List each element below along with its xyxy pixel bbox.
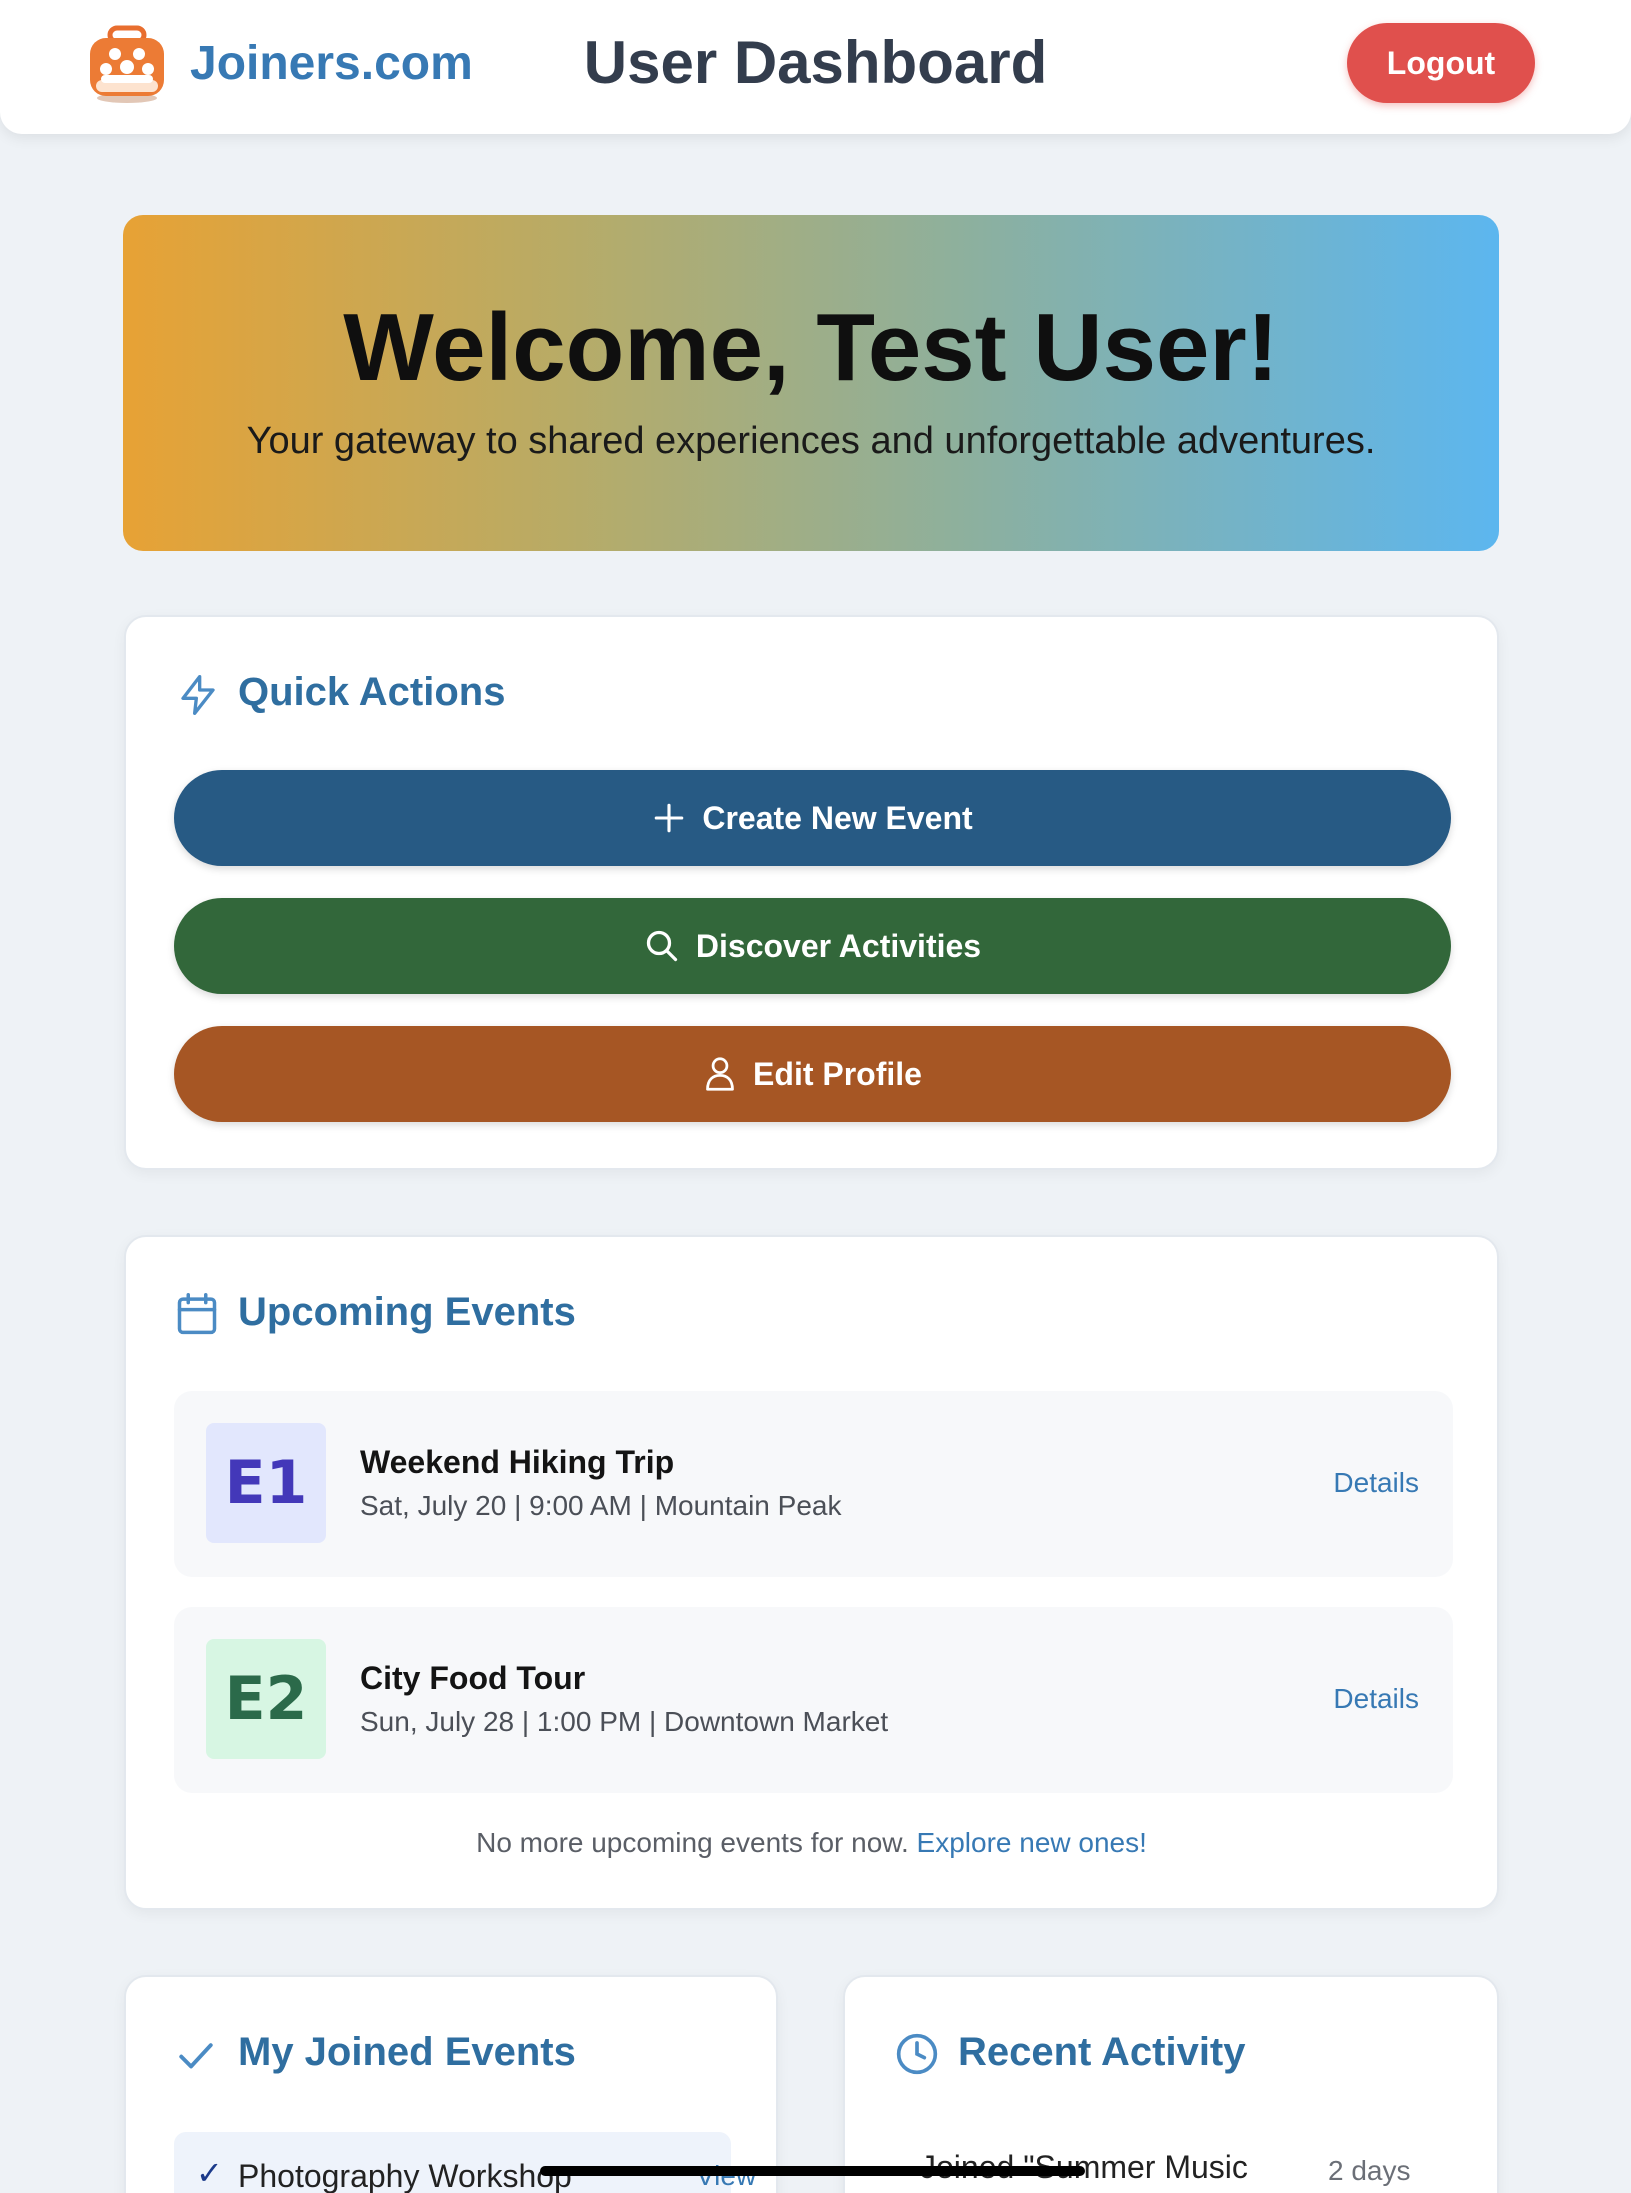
joined-event-item[interactable]: ✓ Photography Workshop View bbox=[174, 2132, 756, 2193]
no-more-text: No more upcoming events for now. bbox=[476, 1827, 909, 1858]
discover-activities-button[interactable]: Discover Activities bbox=[174, 898, 1451, 994]
welcome-subtitle: Your gateway to shared experiences and u… bbox=[246, 420, 1376, 462]
logout-button[interactable]: Logout bbox=[1347, 23, 1535, 103]
event-meta: Sat, July 20 | 9:00 AM | Mountain Peak bbox=[360, 1490, 842, 1521]
event-title: City Food Tour bbox=[360, 1660, 586, 1696]
home-indicator[interactable] bbox=[540, 2166, 1085, 2176]
event-meta: Sun, July 28 | 1:00 PM | Downtown Market bbox=[360, 1706, 889, 1737]
joined-check-icon: ✓ bbox=[196, 2155, 223, 2191]
upcoming-events-title: Upcoming Events bbox=[238, 1290, 576, 1334]
joined-events-card: My Joined Events ✓ Photography Workshop … bbox=[124, 1975, 778, 2193]
event-title: Weekend Hiking Trip bbox=[360, 1444, 675, 1480]
create-event-label: Create New Event bbox=[702, 799, 973, 836]
event-row[interactable]: E1 Weekend Hiking Trip Sat, July 20 | 9:… bbox=[174, 1391, 1453, 1577]
welcome-banner: Welcome, Test User! Your gateway to shar… bbox=[123, 215, 1499, 551]
plus-icon bbox=[655, 803, 684, 833]
edit-profile-label: Edit Profile bbox=[753, 1055, 922, 1092]
activity-time: 2 days ago bbox=[1328, 2155, 1411, 2186]
user-icon bbox=[706, 1057, 734, 1091]
explore-events-link[interactable]: Explore new ones! bbox=[917, 1827, 1147, 1858]
create-event-button[interactable]: Create New Event bbox=[174, 770, 1451, 866]
lightning-icon bbox=[181, 675, 215, 715]
quick-actions-card: Quick Actions Create New Event Discover … bbox=[124, 615, 1499, 1170]
joined-event-label: Photography Workshop bbox=[238, 2158, 572, 2193]
discover-activities-label: Discover Activities bbox=[695, 927, 982, 964]
recent-activity-title: Recent Activity bbox=[958, 2030, 1246, 2074]
calendar-icon bbox=[177, 1293, 217, 1335]
checkmark-icon bbox=[179, 2043, 213, 2069]
search-icon bbox=[646, 930, 678, 962]
event-badge: E1 bbox=[206, 1423, 326, 1543]
welcome-title: Welcome, Test User! bbox=[343, 294, 1279, 401]
event-details-link[interactable]: Details bbox=[1333, 1467, 1419, 1499]
no-more-events-note: No more upcoming events for now. Explore… bbox=[126, 1827, 1497, 1859]
joined-events-title: My Joined Events bbox=[238, 2030, 576, 2074]
event-row[interactable]: E2 City Food Tour Sun, July 28 | 1:00 PM… bbox=[174, 1607, 1453, 1793]
quick-actions-title: Quick Actions bbox=[238, 670, 506, 714]
upcoming-events-card: Upcoming Events E1 Weekend Hiking Trip S… bbox=[124, 1235, 1499, 1910]
event-details-link[interactable]: Details bbox=[1333, 1683, 1419, 1715]
event-badge: E2 bbox=[206, 1639, 326, 1759]
edit-profile-button[interactable]: Edit Profile bbox=[174, 1026, 1451, 1122]
joined-event-view-link[interactable]: View bbox=[696, 2160, 756, 2192]
recent-activity-card: Recent Activity Joined "Summer Music Fes… bbox=[843, 1975, 1499, 2193]
top-header: Joiners.com User Dashboard Logout bbox=[0, 0, 1631, 134]
clock-icon bbox=[896, 2033, 938, 2075]
